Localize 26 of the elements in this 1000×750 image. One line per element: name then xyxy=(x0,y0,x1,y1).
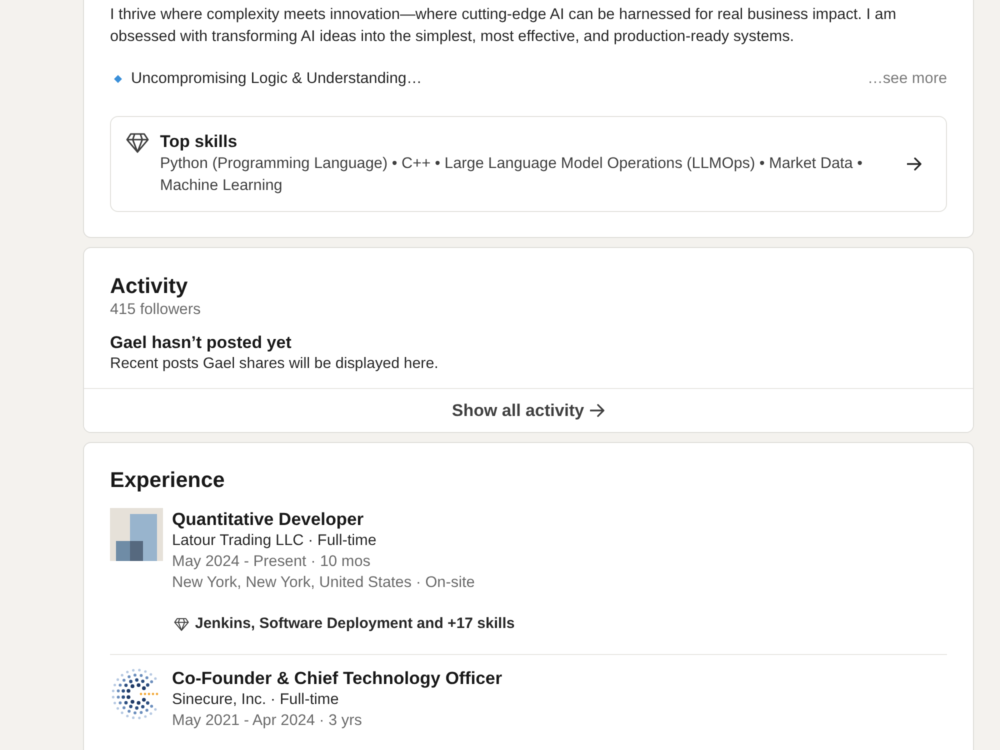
diamond-icon xyxy=(114,75,122,83)
empty-state-title: Gael hasn’t posted yet xyxy=(110,332,292,354)
empty-state-text: Recent posts Gael shares will be displayed here. xyxy=(110,354,440,373)
company-name: Sinecure, Inc. · Full-time xyxy=(172,690,340,710)
section-title: Experience xyxy=(110,467,226,493)
gem-icon xyxy=(174,618,189,630)
show-all-button[interactable]: Show all activity xyxy=(84,388,973,432)
job-dates: May 2024 - Present · 10 mos xyxy=(172,552,372,572)
job-title: Co-Founder & Chief Technology Officer xyxy=(172,668,502,689)
about-text: I thrive where complexity meets innovation—where cutting-edge AI can be harnessed for real business impact. I am obsessed with transforming AI ideas into the simplest, most effective, and production-ready systems. xyxy=(110,5,898,47)
see-more-link[interactable]: …see more xyxy=(867,70,947,88)
job-title: Quantitative Developer xyxy=(172,509,365,530)
section-title: Activity xyxy=(110,273,189,299)
job-dates: May 2021 - Apr 2024 · 3 yrs xyxy=(172,711,363,731)
arrow-icon xyxy=(590,404,606,417)
followers-count: 415 followers xyxy=(110,300,202,320)
company-logo xyxy=(110,508,163,561)
top-skills-card[interactable]: Top skills Python (Programming Language) • C++ • Large Language Model Operations (LLMOps) • Market Data • Machine Learning xyxy=(110,116,947,212)
skills-list: Python (Programming Language) • C++ • Large Language Model Operations (LLMOps) • Market Data • Machine Learning xyxy=(160,153,896,197)
highlight-text: Uncompromising Logic & Understanding… xyxy=(131,70,422,88)
top-skills-title: Top skills xyxy=(160,131,238,153)
arrow-icon xyxy=(907,157,922,171)
company-name: Latour Trading LLC · Full-time xyxy=(172,531,378,551)
job-location: New York, New York, United States · On-site xyxy=(172,573,476,593)
gem-icon xyxy=(126,133,149,153)
skills-summary: Jenkins, Software Deployment and +17 skills xyxy=(195,614,515,634)
